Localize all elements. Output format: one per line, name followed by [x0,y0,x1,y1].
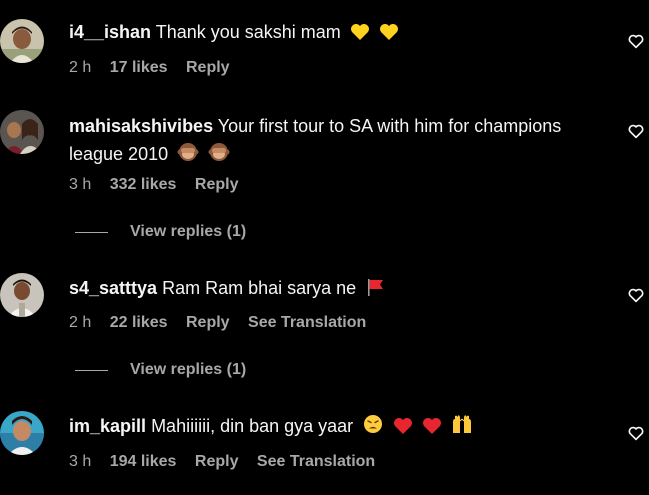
comment-meta: 2 h 17 likes Reply [69,58,244,78]
avatar[interactable] [0,110,44,154]
comment-meta: 2 h 22 likes Reply See Translation [69,313,380,333]
avatar[interactable] [0,273,44,317]
timestamp: 3 h [69,453,92,470]
likes-count[interactable]: 17 likes [110,59,168,76]
likes-count[interactable]: 194 likes [110,453,177,470]
view-replies-label: View replies (1) [130,361,247,378]
view-replies-button[interactable]: View replies (1) [75,360,246,380]
red-heart-icon [393,415,413,443]
reply-button[interactable]: Reply [186,314,230,331]
comment-text: mahisakshivibes Your first tour to SA wi… [69,112,609,171]
red-flag-icon [365,277,385,305]
avatar[interactable] [0,19,44,63]
comment-meta: 3 h 332 likes Reply [69,175,252,195]
comment-body: Ram Ram bhai sarya ne [162,278,357,298]
divider-line [75,369,108,371]
red-heart-icon [422,415,442,443]
like-heart-icon[interactable] [627,32,645,50]
reply-button[interactable]: Reply [195,176,239,193]
comment-text: s4_satttya Ram Ram bhai sarya ne [69,274,609,305]
raising-hands-icon [451,413,473,443]
yellow-heart-icon [379,21,399,49]
see-no-evil-monkey-icon [208,141,230,171]
timestamp: 3 h [69,176,92,193]
comment-body: Thank you sakshi mam [155,22,341,42]
see-translation-button[interactable]: See Translation [257,453,375,470]
reply-button[interactable]: Reply [195,453,239,470]
likes-count[interactable]: 22 likes [110,314,168,331]
username[interactable]: im_kapill [69,416,146,436]
username[interactable]: s4_satttya [69,278,157,298]
likes-count[interactable]: 332 likes [110,176,177,193]
reply-button[interactable]: Reply [186,59,230,76]
avatar[interactable] [0,411,44,455]
comment-meta: 3 h 194 likes Reply See Translation [69,452,389,472]
comment-text: im_kapill Mahiiiiii, din ban gya yaar [69,412,609,443]
view-replies-button[interactable]: View replies (1) [75,222,246,242]
divider-line [75,231,108,233]
timestamp: 2 h [69,59,92,76]
username[interactable]: mahisakshivibes [69,116,213,136]
comment-text: i4__ishan Thank you sakshi mam [69,18,609,49]
like-heart-icon[interactable] [627,424,645,442]
see-translation-button[interactable]: See Translation [248,314,366,331]
username[interactable]: i4__ishan [69,22,151,42]
comment-body: Mahiiiiii, din ban gya yaar [151,416,354,436]
like-heart-icon[interactable] [627,286,645,304]
timestamp: 2 h [69,314,92,331]
like-heart-icon[interactable] [627,122,645,140]
weary-face-icon [362,413,384,443]
see-no-evil-monkey-icon [177,141,199,171]
view-replies-label: View replies (1) [130,223,247,240]
yellow-heart-icon [350,21,370,49]
